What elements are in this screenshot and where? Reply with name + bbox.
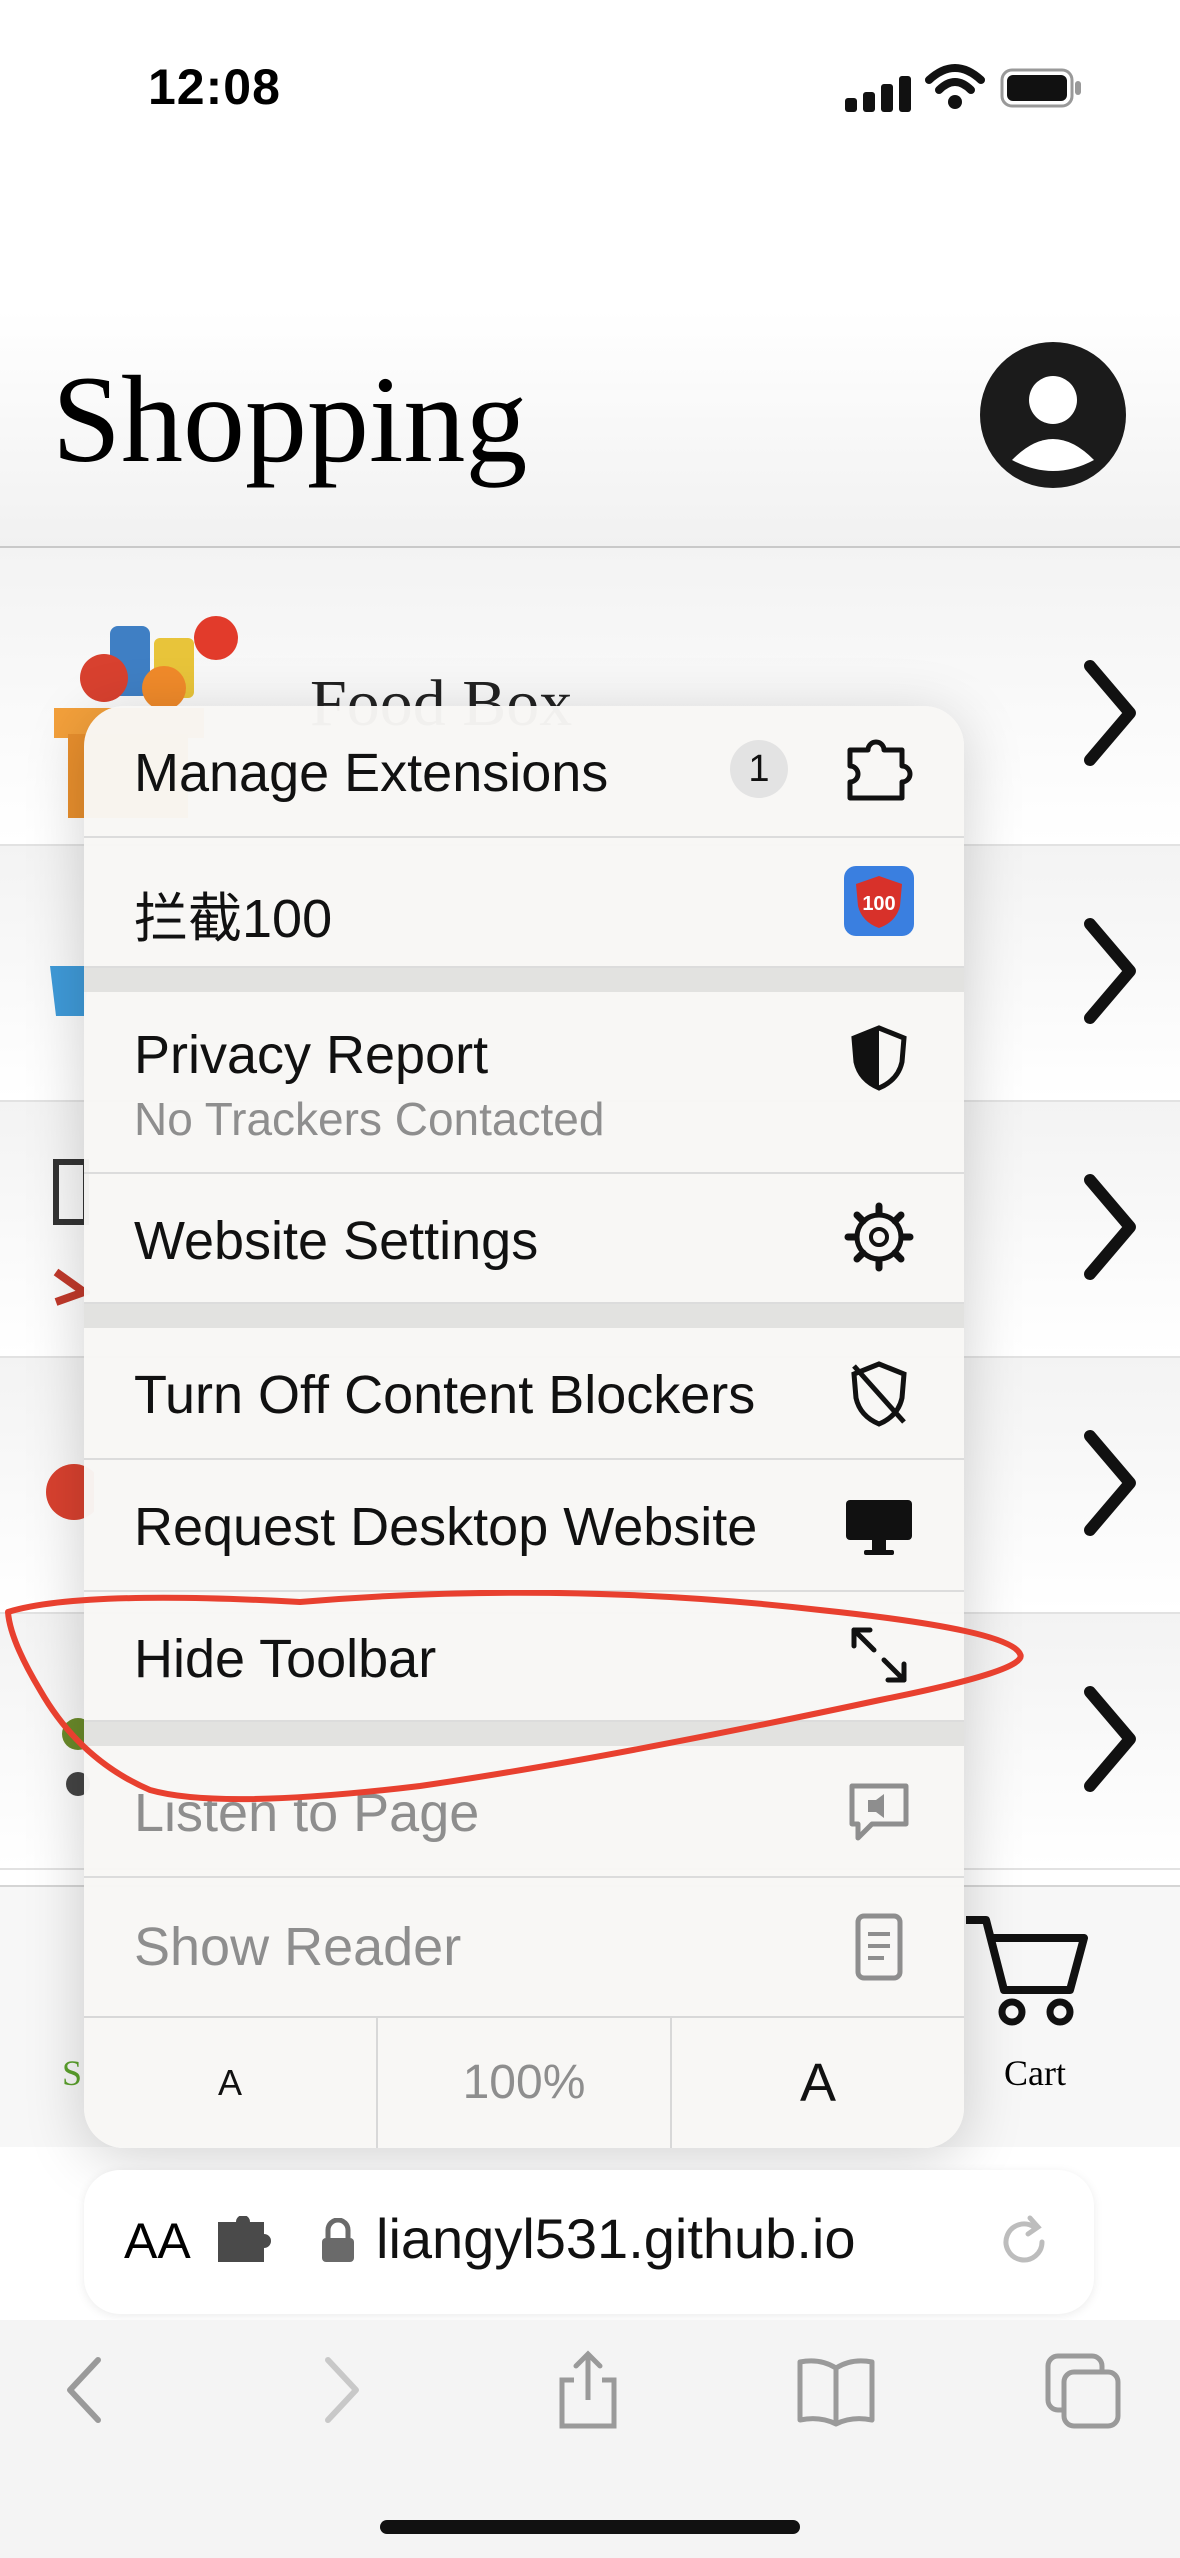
status-time: 12:08 [148, 59, 281, 115]
share-icon[interactable] [548, 2350, 628, 2430]
user-circle-icon[interactable] [980, 342, 1126, 488]
svg-text:100: 100 [862, 893, 895, 915]
menu-separator [84, 1304, 964, 1328]
turn-off-content-blockers-item[interactable]: Turn Off Content Blockers [84, 1328, 964, 1460]
content-blockers-label: Turn Off Content Blockers [134, 1365, 756, 1425]
wifi-icon [925, 64, 985, 109]
request-desktop-website-item[interactable]: Request Desktop Website [84, 1460, 964, 1592]
privacy-report-item[interactable]: Privacy Report No Trackers Contacted [84, 992, 964, 1174]
ad-blocker-shield-icon: 100 [844, 866, 914, 936]
manage-extensions-item[interactable]: Manage Extensions 1 [84, 706, 964, 838]
bookmarks-icon[interactable] [796, 2350, 876, 2430]
extension-item-label: 拦截100 [134, 889, 333, 949]
shield-slash-icon [851, 1361, 907, 1427]
annotation-circle [5, 1590, 1024, 1803]
website-settings-item[interactable]: Website Settings [84, 1174, 964, 1304]
show-reader-item[interactable]: Show Reader [84, 1878, 964, 2018]
desktop-site-label: Request Desktop Website [134, 1497, 758, 1557]
url-text[interactable]: liangyl531.github.io [376, 2206, 855, 2271]
home-indicator [380, 2520, 800, 2534]
extension-item[interactable]: 拦截100 100 [84, 838, 964, 968]
chevron-right-icon [1084, 1174, 1136, 1280]
previous-tab-preview[interactable] [0, 2170, 60, 2314]
shield-half-icon [851, 1025, 907, 1091]
tab-cart-label[interactable]: Cart [1004, 2052, 1066, 2094]
chevron-right-icon [1084, 660, 1136, 766]
menu-separator [84, 968, 964, 992]
page-menu-popover: Manage Extensions 1 拦截100 100 Privacy Re… [84, 706, 964, 2148]
cart-icon[interactable] [960, 1910, 1090, 2030]
page-settings-button[interactable]: AA [124, 2212, 191, 2270]
tab-shopping-label[interactable]: S [62, 2052, 82, 2094]
back-icon[interactable] [46, 2350, 126, 2430]
zoom-level[interactable]: 100% [378, 2018, 672, 2148]
reload-icon[interactable] [994, 2212, 1054, 2272]
extension-icon[interactable] [214, 2216, 274, 2266]
gear-icon [844, 1202, 914, 1272]
chevron-right-icon [1084, 1430, 1136, 1536]
privacy-report-subtitle: No Trackers Contacted [134, 1093, 605, 1145]
battery-icon [1000, 68, 1081, 108]
lock-icon [322, 2218, 354, 2262]
reader-label: Show Reader [134, 1917, 462, 1977]
tabs-icon[interactable] [1044, 2350, 1124, 2430]
extensions-count-badge: 1 [730, 740, 788, 798]
forward-icon[interactable] [300, 2350, 380, 2430]
privacy-report-label: Privacy Report [134, 1025, 489, 1085]
text-size-controls: A 100% A [84, 2018, 964, 2148]
document-icon [855, 1913, 903, 1981]
website-settings-label: Website Settings [134, 1211, 539, 1271]
decrease-text-size-button[interactable]: A [84, 2018, 378, 2148]
chevron-right-icon [1084, 918, 1136, 1024]
monitor-icon [846, 1500, 912, 1555]
puzzle-icon [847, 739, 913, 801]
address-bar[interactable]: AA liangyl531.github.io [84, 2170, 1094, 2314]
page-title: Shopping [52, 351, 528, 488]
manage-extensions-label: Manage Extensions [134, 743, 609, 803]
increase-text-size-button[interactable]: A [672, 2018, 964, 2148]
